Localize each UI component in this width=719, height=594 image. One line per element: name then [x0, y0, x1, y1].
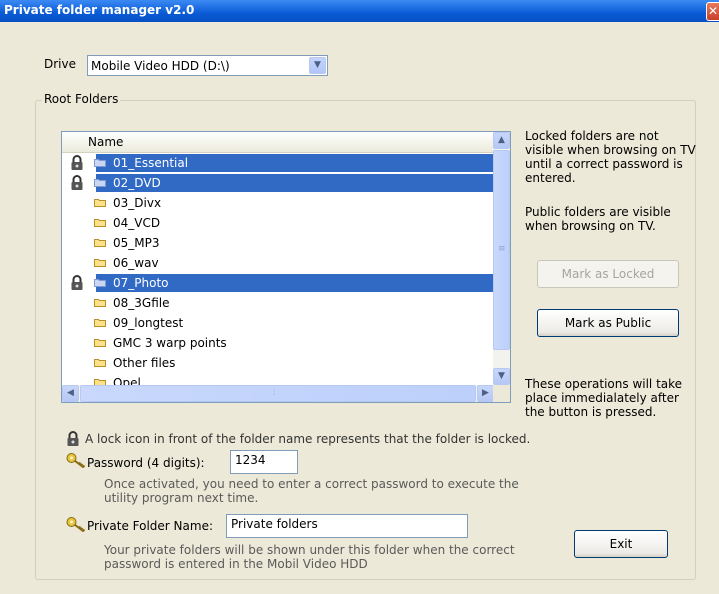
- app-window: Private folder manager v2.0 ✕ Drive Mobi…: [0, 0, 719, 594]
- folder-row[interactable]: 07_Photo: [62, 273, 494, 293]
- vertical-scroll-thumb[interactable]: ≡: [493, 150, 510, 350]
- mark-as-locked-button[interactable]: Mark as Locked: [537, 260, 679, 288]
- folder-icon: [94, 239, 106, 247]
- private-folder-name-field[interactable]: [226, 514, 468, 538]
- window-title: Private folder manager v2.0: [4, 3, 195, 17]
- folder-icon: [94, 199, 106, 207]
- drive-select-value: Mobile Video HDD (D:\): [91, 59, 230, 73]
- folder-row[interactable]: 08_3Gfile: [62, 293, 494, 313]
- folder-row[interactable]: 03_Divx: [62, 193, 494, 213]
- folder-row[interactable]: GMC 3 warp points: [62, 333, 494, 353]
- folder-name: GMC 3 warp points: [113, 336, 227, 350]
- folder-name: 07_Photo: [113, 276, 169, 290]
- folder-row[interactable]: 02_DVD: [62, 173, 494, 193]
- mark-as-public-button[interactable]: Mark as Public: [537, 309, 679, 337]
- folder-icon: [94, 339, 106, 347]
- scroll-corner: [493, 385, 510, 402]
- folder-row[interactable]: 06_wav: [62, 253, 494, 273]
- password-hint-line2: utility program next time.: [104, 491, 259, 505]
- close-icon: ✕: [707, 4, 719, 18]
- padlock-icon: [71, 175, 83, 190]
- folder-row[interactable]: 05_MP3: [62, 233, 494, 253]
- folder-name: 08_3Gfile: [113, 296, 170, 310]
- folder-list[interactable]: Name 01_Essential 02_DVD 03_Divx 04_VCD 05_M…: [61, 131, 511, 403]
- grip-icon: ≡: [498, 244, 506, 254]
- chevron-down-icon[interactable]: ▼: [309, 57, 326, 74]
- folder-row[interactable]: 09_longtest: [62, 313, 494, 333]
- horizontal-scrollbar[interactable]: ◀ ⦙ ▶: [62, 385, 494, 402]
- drive-label: Drive: [44, 57, 76, 71]
- arrow-left-icon[interactable]: ◀: [62, 385, 79, 402]
- operations-info: These operations will take place immedia…: [525, 377, 683, 419]
- private-folder-hint-line2: password is entered in the Mobil Video H…: [104, 557, 368, 571]
- column-header-name[interactable]: Name: [62, 132, 494, 153]
- password-label: Password (4 digits):: [87, 456, 205, 470]
- folder-row[interactable]: Other files: [62, 353, 494, 373]
- padlock-icon: [67, 431, 79, 446]
- root-folders-caption: Root Folders: [42, 92, 121, 106]
- key-icon: [66, 517, 86, 532]
- folder-icon: [94, 259, 106, 267]
- private-folder-hint-line1: Your private folders will be shown under…: [104, 543, 515, 557]
- grip-icon: ⦙: [273, 388, 276, 398]
- folder-name: 06_wav: [113, 256, 159, 270]
- folder-name: 09_longtest: [113, 316, 184, 330]
- padlock-icon: [71, 155, 83, 170]
- key-icon: [66, 453, 86, 468]
- lock-legend-text: A lock icon in front of the folder name …: [85, 432, 531, 446]
- folder-icon: [94, 279, 106, 287]
- padlock-icon: [71, 275, 83, 290]
- column-header-label: Name: [88, 135, 124, 149]
- private-folder-label: Private Folder Name:: [87, 519, 213, 533]
- folder-name: Other files: [113, 356, 176, 370]
- horizontal-scroll-thumb[interactable]: ⦙: [80, 385, 476, 402]
- folder-name: 05_MP3: [113, 236, 160, 250]
- arrow-down-icon[interactable]: ▼: [493, 368, 510, 385]
- folder-icon: [94, 179, 106, 187]
- folder-name: 03_Divx: [113, 196, 162, 210]
- exit-button[interactable]: Exit: [574, 530, 668, 558]
- folder-icon: [94, 299, 106, 307]
- folder-row[interactable]: 01_Essential: [62, 153, 494, 173]
- folder-name: 04_VCD: [113, 216, 161, 230]
- vertical-scrollbar[interactable]: ▲ ≡ ▼: [493, 132, 510, 385]
- public-folders-info: Public folders are visible when browsing…: [525, 205, 671, 233]
- folder-name: 02_DVD: [113, 176, 161, 190]
- password-field[interactable]: [230, 450, 298, 474]
- folder-icon: [94, 159, 106, 167]
- folder-icon: [94, 219, 106, 227]
- password-hint-line1: Once activated, you need to enter a corr…: [104, 477, 519, 491]
- folder-icon: [94, 359, 106, 367]
- title-bar[interactable]: Private folder manager v2.0 ✕: [0, 0, 719, 22]
- private-folder-name-input[interactable]: [231, 517, 447, 531]
- arrow-up-icon[interactable]: ▲: [493, 132, 510, 149]
- folder-icon: [94, 319, 106, 327]
- folder-row[interactable]: 04_VCD: [62, 213, 494, 233]
- arrow-right-icon[interactable]: ▶: [477, 385, 494, 402]
- password-input[interactable]: [235, 453, 295, 467]
- folder-name: 01_Essential: [113, 156, 189, 170]
- drive-select[interactable]: Mobile Video HDD (D:\) ▼: [87, 55, 328, 76]
- close-button[interactable]: ✕: [706, 2, 719, 21]
- locked-folders-info: Locked folders are not visible when brow…: [525, 129, 696, 185]
